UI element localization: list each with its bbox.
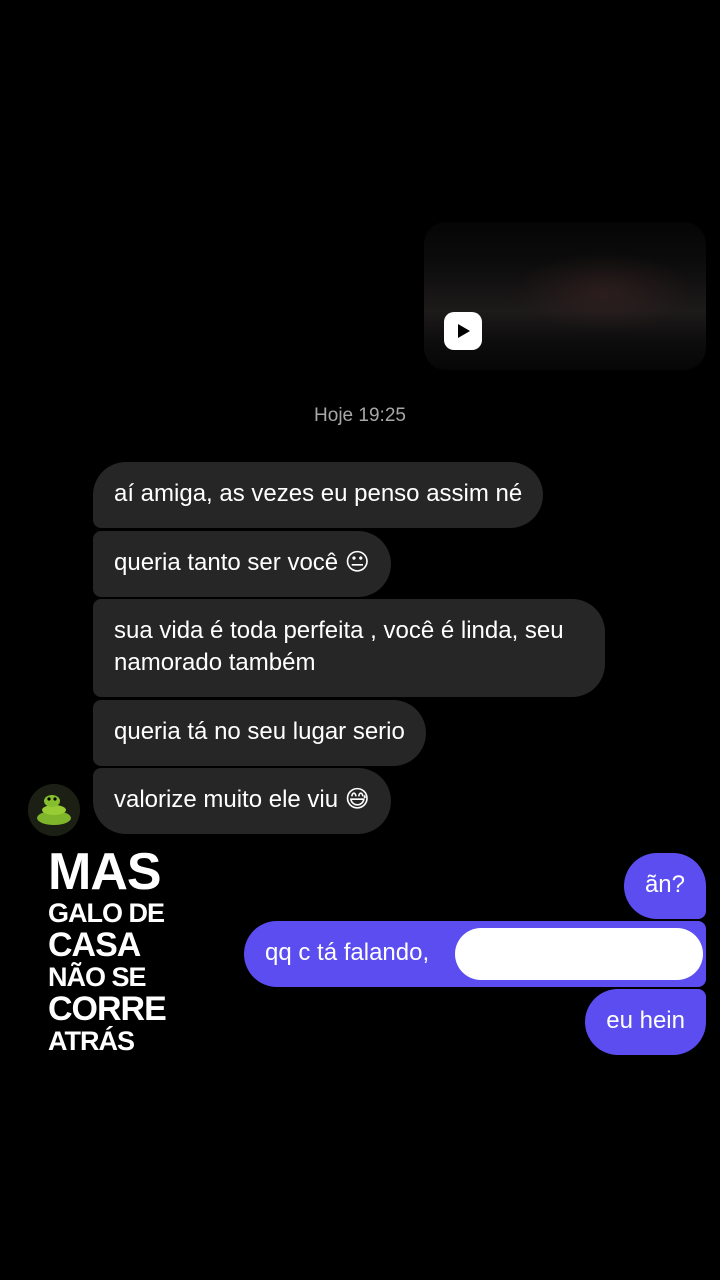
blurred-video-frame <box>514 252 694 332</box>
outgoing-message[interactable]: ãn? <box>623 853 706 919</box>
sticker-line: NÃO SE <box>48 962 147 992</box>
sticker-line: CASA <box>48 926 141 964</box>
redaction-mark <box>455 928 703 980</box>
message-timestamp: Hoje 19:25 <box>314 405 406 426</box>
sticker-line: MAS <box>48 843 162 901</box>
avatar[interactable] <box>28 784 80 836</box>
play-icon[interactable] <box>444 312 482 350</box>
outgoing-message[interactable]: eu hein <box>585 989 706 1055</box>
incoming-message[interactable]: aí amiga, as vezes eu penso assim né <box>93 462 544 528</box>
sticker-line: ATRÁS <box>48 1026 135 1056</box>
text-sticker: MAS GALO DE CASA NÃO SE CORRE ATRÁS <box>48 846 198 1055</box>
incoming-message[interactable]: valorize muito ele viu 😅 <box>93 768 391 834</box>
sticker-line: GALO DE <box>48 898 165 928</box>
incoming-message[interactable]: queria tá no seu lugar serio <box>93 700 426 766</box>
sticker-line: CORRE <box>48 990 167 1028</box>
incoming-message[interactable]: sua vida é toda perfeita , você é linda,… <box>93 599 605 697</box>
incoming-message[interactable]: queria tanto ser você 😐 <box>93 531 391 597</box>
